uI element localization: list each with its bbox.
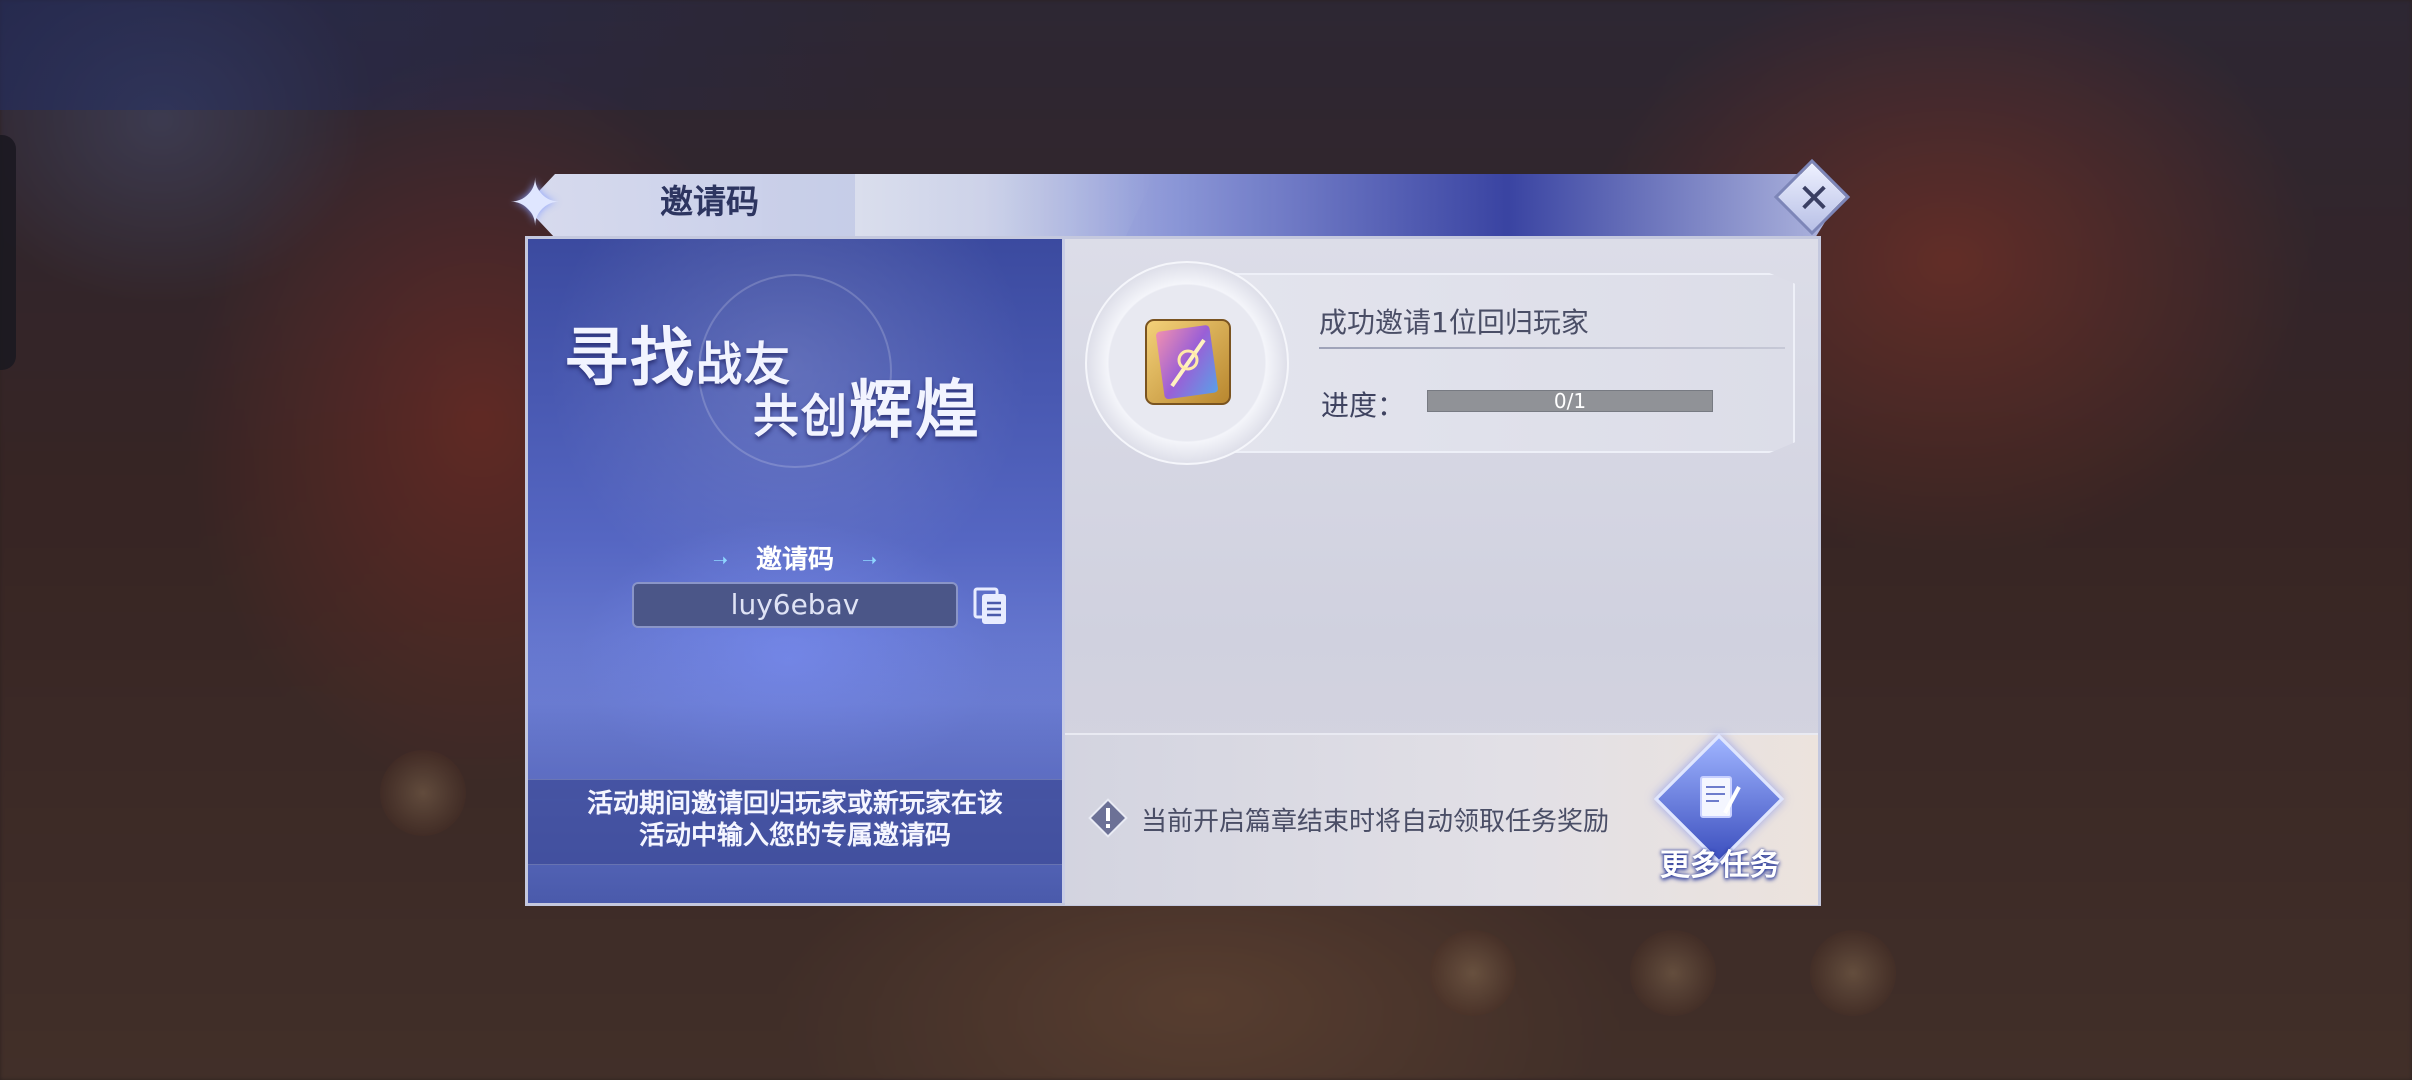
more-tasks-label[interactable]: 更多任务 <box>1645 840 1795 884</box>
slogan-seek: 寻找 <box>564 321 696 396</box>
document-pen-icon[interactable] <box>1697 773 1743 825</box>
task-card: 成功邀请1位回归玩家 进度： 0/1 <box>1085 261 1795 465</box>
slogan-glory: 辉煌 <box>849 373 981 448</box>
dialog-title: 邀请码 <box>660 182 759 221</box>
task-panel: 成功邀请1位回归玩家 进度： 0/1 当前开启篇章结束时将自动领取任务奖励 更多… <box>1065 239 1818 905</box>
invite-info-panel: 寻找战友 共创辉煌 ➝ 邀请码 ➝ luy6ebav 活动期间邀请回归玩家或新玩家在… <box>528 239 1065 903</box>
description-line-1: 活动期间邀请回归玩家或新玩家在该 <box>586 789 1003 819</box>
progress-label: 进度： <box>1321 389 1406 422</box>
info-icon <box>1088 798 1128 838</box>
invite-code-label: ➝ 邀请码 ➝ <box>528 539 1062 576</box>
invite-code-field[interactable]: luy6ebav <box>632 582 958 628</box>
reward-book-icon[interactable] <box>1142 316 1234 408</box>
slogan-together: 共创 <box>753 389 849 443</box>
arrow-right-deco-icon: ➝ <box>862 550 878 571</box>
title-crystal-icon: ✦ <box>508 167 562 241</box>
invite-code-label-text: 邀请码 <box>755 545 834 575</box>
task-footer: 当前开启篇章结束时将自动领取任务奖励 更多任务 <box>1065 733 1818 905</box>
task-title: 成功邀请1位回归玩家 <box>1319 306 1589 339</box>
dialog-body: 寻找战友 共创辉煌 ➝ 邀请码 ➝ luy6ebav 活动期间邀请回归玩家或新玩家在… <box>525 236 1821 906</box>
progress-text: 0/1 <box>1553 389 1587 413</box>
copy-icon[interactable] <box>971 586 1011 626</box>
city-silhouette <box>528 639 1062 799</box>
invite-code-dialog: ✦ 邀请码 ✕ 寻找战友 共创辉煌 ➝ 邀请码 ➝ luy6ebav 活动期间邀… <box>508 158 1851 918</box>
close-icon[interactable]: ✕ <box>1787 172 1841 226</box>
progress-bar: 0/1 <box>1427 390 1713 412</box>
auto-claim-notice: 当前开启篇章结束时将自动领取任务奖励 <box>1141 807 1610 837</box>
slogan-line-2: 共创辉煌 <box>753 359 981 451</box>
arrow-left-deco-icon: ➝ <box>712 550 728 571</box>
description-line-2: 活动中输入您的专属邀请码 <box>638 821 951 851</box>
invite-description: 活动期间邀请回归玩家或新玩家在该 活动中输入您的专属邀请码 <box>528 788 1062 852</box>
more-tasks-button[interactable]: 更多任务 <box>1645 733 1795 895</box>
task-divider <box>1319 347 1785 349</box>
